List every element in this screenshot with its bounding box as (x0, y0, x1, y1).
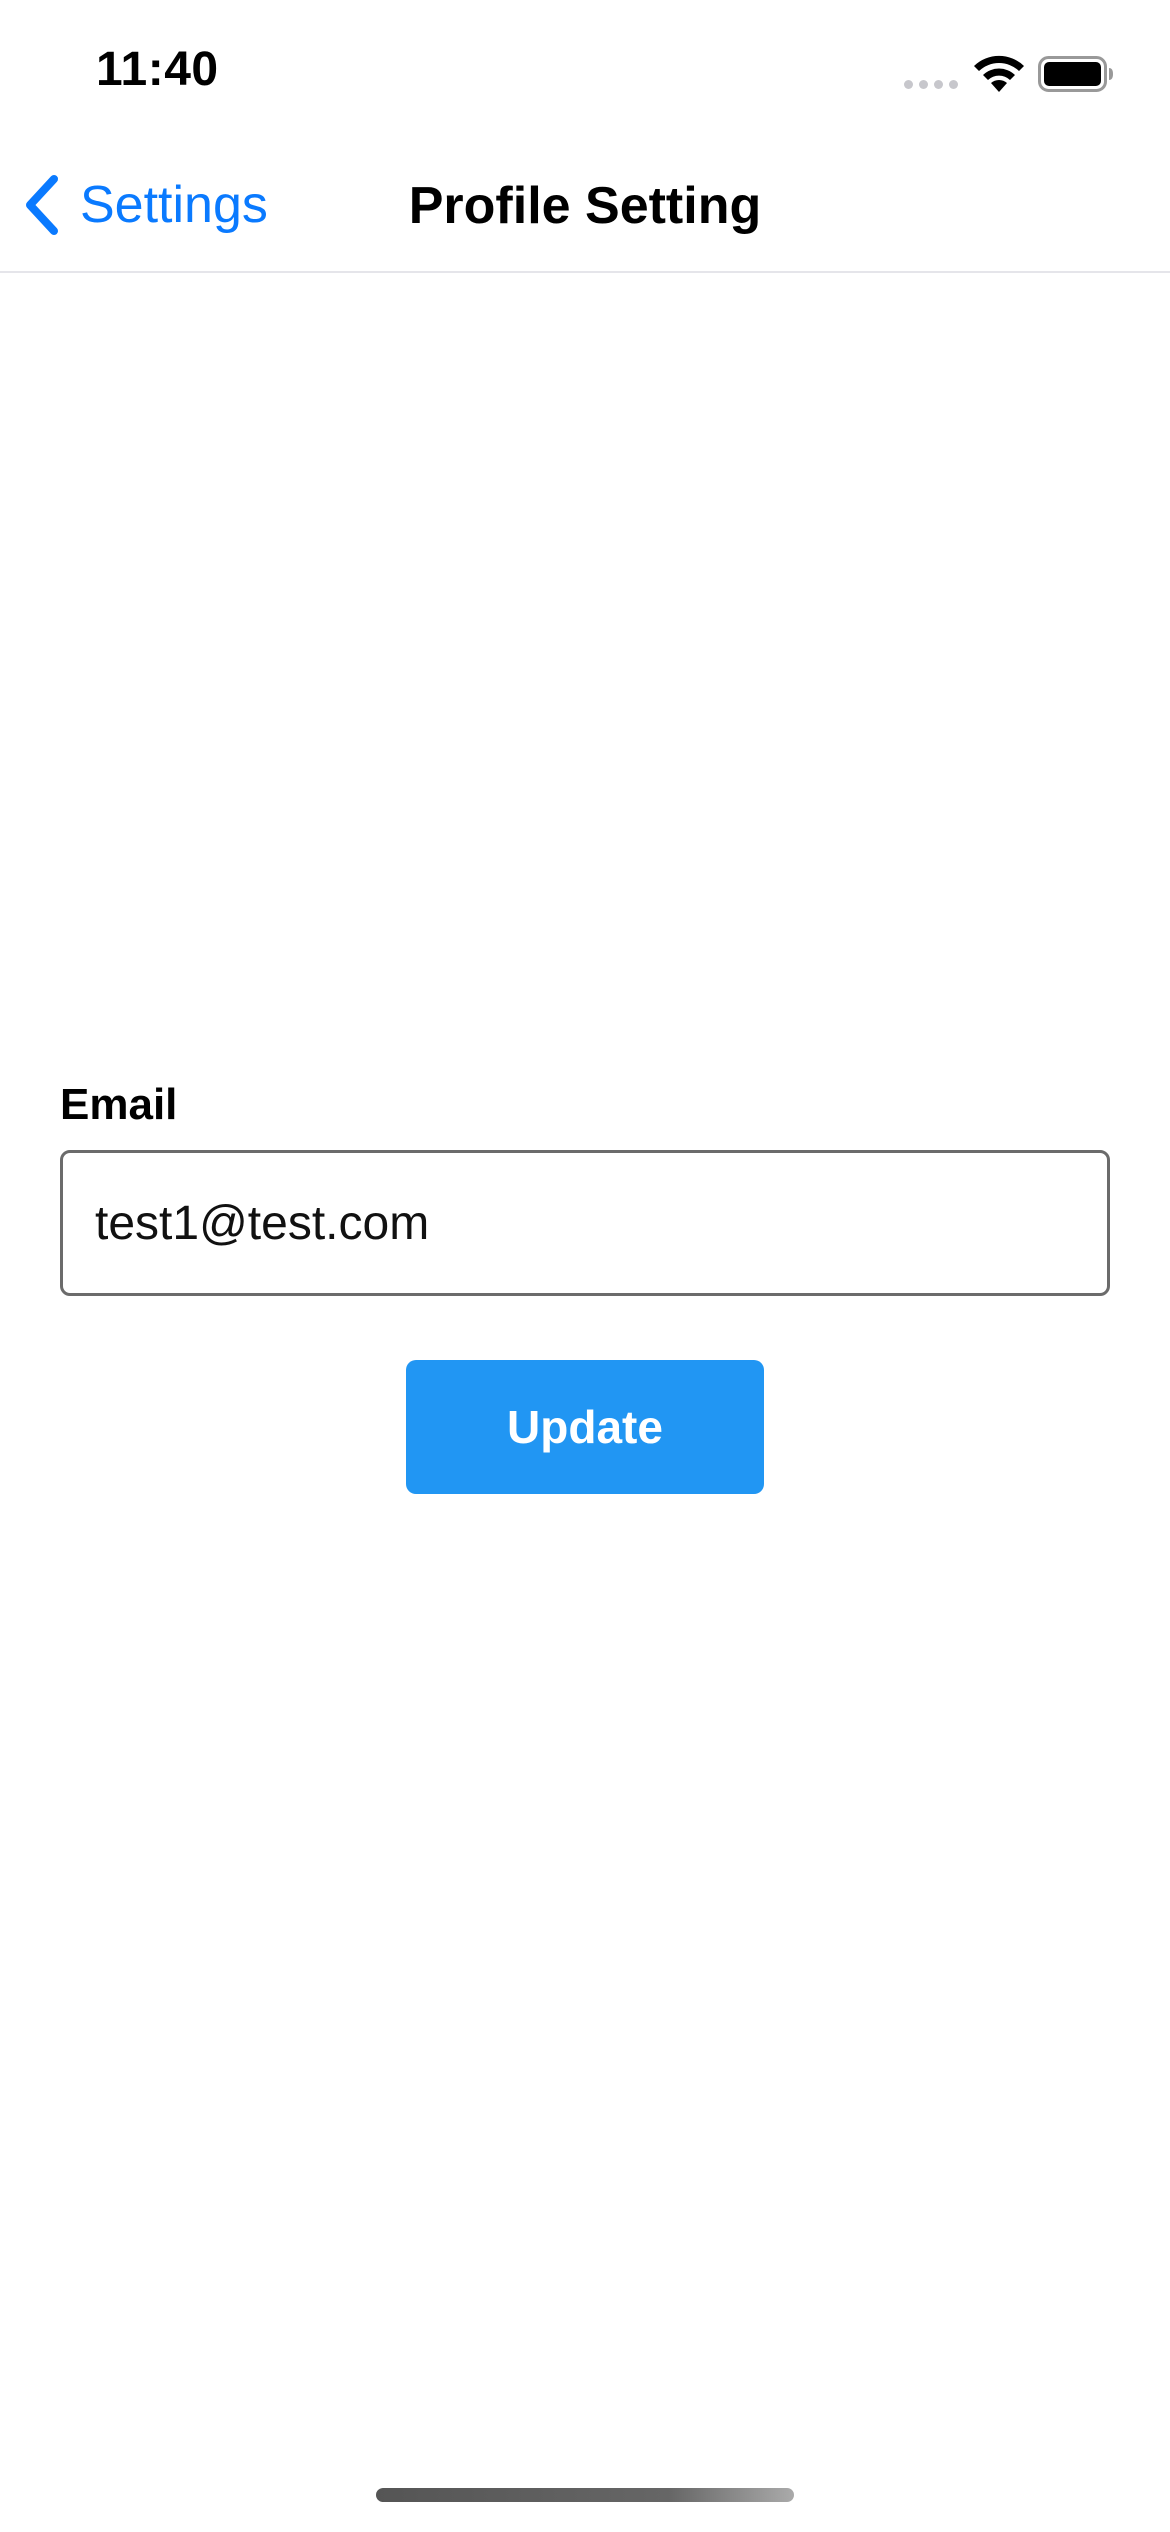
home-indicator[interactable] (376, 2488, 794, 2502)
email-label: Email (60, 1080, 178, 1129)
status-bar: 11:40 (0, 0, 1170, 140)
cellular-signal-icon (904, 80, 958, 89)
wifi-icon (974, 55, 1024, 92)
page-title: Profile Setting (408, 177, 762, 235)
email-field[interactable] (60, 1150, 1110, 1296)
navigation-bar: Settings Profile Setting (0, 140, 1170, 273)
battery-icon (1038, 56, 1113, 92)
status-time: 11:40 (96, 43, 219, 96)
update-button[interactable]: Update (406, 1360, 764, 1494)
